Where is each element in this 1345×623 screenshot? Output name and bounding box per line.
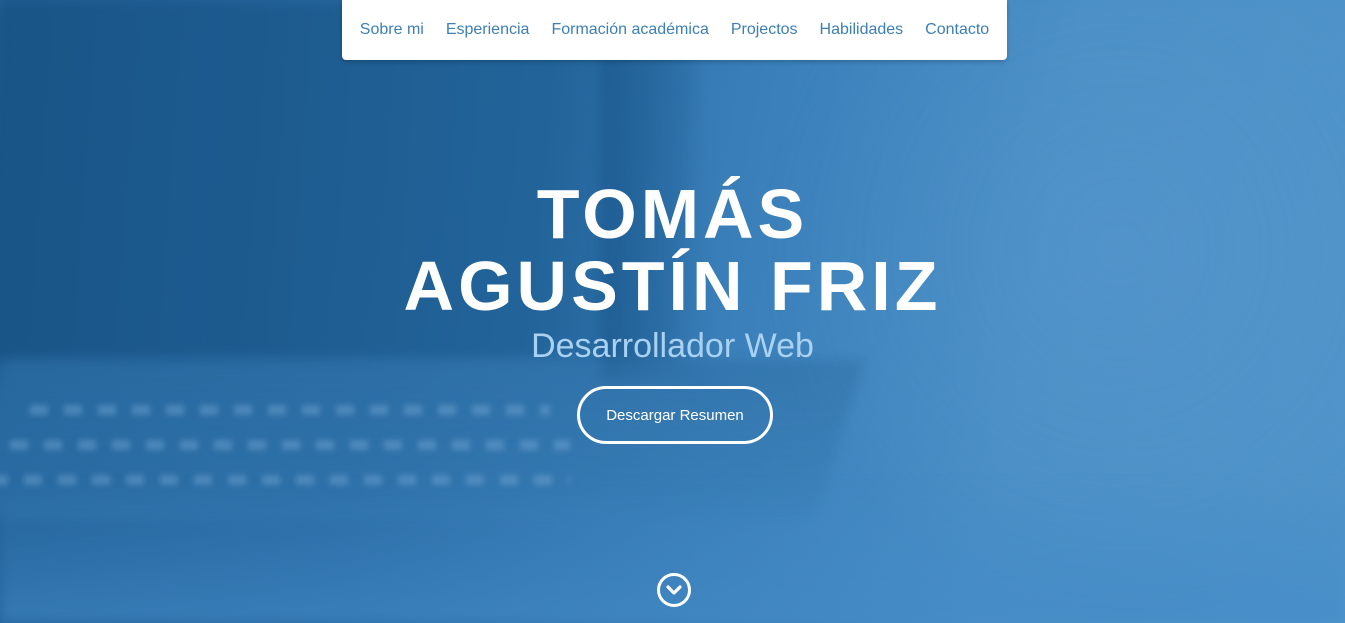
- nav-item-formacion-academica[interactable]: Formación académica: [551, 21, 708, 39]
- scroll-down-button[interactable]: [657, 573, 691, 607]
- download-resume-button[interactable]: Descargar Resumen: [577, 386, 773, 444]
- nav-item-sobre-mi[interactable]: Sobre mi: [360, 21, 424, 39]
- nav-item-projectos[interactable]: Projectos: [731, 21, 798, 39]
- hero-subtitle: Desarrollador Web: [531, 327, 814, 365]
- keyboard-row: [30, 405, 550, 415]
- nav-item-esperiencia[interactable]: Esperiencia: [446, 21, 530, 39]
- chevron-down-icon: [666, 585, 682, 595]
- hero-name-line1: TOMÁS: [536, 175, 809, 253]
- nav-item-habilidades[interactable]: Habilidades: [820, 21, 904, 39]
- hero-name-line2: AGUSTÍN FRIZ: [403, 247, 942, 325]
- nav-item-contacto[interactable]: Contacto: [925, 21, 989, 39]
- keyboard-row: [10, 440, 570, 450]
- hero-name: TOMÁS AGUSTÍN FRIZ: [0, 178, 1345, 322]
- top-navigation: Sobre mi Esperiencia Formación académica…: [342, 0, 1007, 60]
